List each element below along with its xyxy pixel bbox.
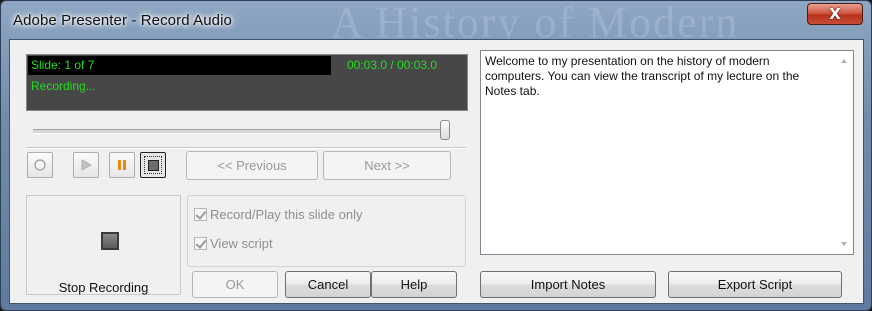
help-button[interactable]: Help	[371, 271, 457, 298]
time-readout: 00:03.0 / 00:03.0	[347, 58, 438, 72]
record-play-this-slide-only-checkbox[interactable]: Record/Play this slide only	[194, 207, 362, 222]
scroll-up-arrow-icon[interactable]	[841, 59, 847, 63]
stop-recording-icon	[101, 232, 119, 250]
script-textarea[interactable]: Welcome to my presentation on the histor…	[480, 50, 854, 255]
close-button[interactable]: X	[807, 3, 863, 25]
ok-button[interactable]: OK	[192, 271, 278, 298]
recording-display: Slide: 1 of 7 00:03.0 / 00:03.0 Recordin…	[26, 54, 468, 111]
recording-status: Recording...	[31, 79, 96, 93]
import-notes-button[interactable]: Import Notes	[480, 271, 656, 298]
checkbox-checked-icon	[194, 208, 207, 221]
next-button[interactable]: Next >>	[323, 151, 451, 180]
play-icon	[81, 159, 92, 171]
scroll-down-arrow-icon[interactable]	[841, 242, 847, 246]
stop-button-focus	[144, 156, 162, 174]
pause-icon	[118, 160, 126, 170]
record-audio-window: A History of Modern Adobe Presenter - Re…	[0, 0, 872, 311]
stop-button[interactable]	[140, 152, 166, 178]
close-icon: X	[829, 5, 841, 23]
view-script-label: View script	[210, 236, 273, 251]
window-title: Adobe Presenter - Record Audio	[13, 12, 232, 29]
options-group: Record/Play this slide only View script	[187, 195, 466, 267]
cancel-button[interactable]: Cancel	[285, 271, 371, 298]
slide-counter: Slide: 1 of 7	[31, 58, 95, 72]
script-text: Welcome to my presentation on the histor…	[485, 54, 800, 98]
previous-button[interactable]: << Previous	[186, 151, 318, 180]
record-button[interactable]	[27, 152, 53, 178]
stop-recording-button[interactable]: Stop Recording	[26, 195, 181, 295]
stop-icon	[147, 159, 159, 171]
position-slider-track[interactable]	[33, 129, 448, 134]
record-icon	[34, 159, 46, 171]
divider	[26, 147, 466, 149]
script-scrollbar[interactable]	[836, 51, 853, 254]
export-script-button[interactable]: Export Script	[668, 271, 842, 298]
dialog-body: Slide: 1 of 7 00:03.0 / 00:03.0 Recordin…	[9, 39, 864, 304]
pause-button[interactable]	[109, 152, 135, 178]
view-script-checkbox[interactable]: View script	[194, 236, 273, 251]
stop-recording-label: Stop Recording	[58, 280, 149, 295]
position-slider-thumb[interactable]	[440, 120, 450, 140]
title-bar[interactable]: A History of Modern Adobe Presenter - Re…	[1, 1, 871, 47]
checkbox-checked-icon	[194, 237, 207, 250]
play-button[interactable]	[73, 152, 99, 178]
record-play-this-slide-only-label: Record/Play this slide only	[210, 207, 363, 222]
